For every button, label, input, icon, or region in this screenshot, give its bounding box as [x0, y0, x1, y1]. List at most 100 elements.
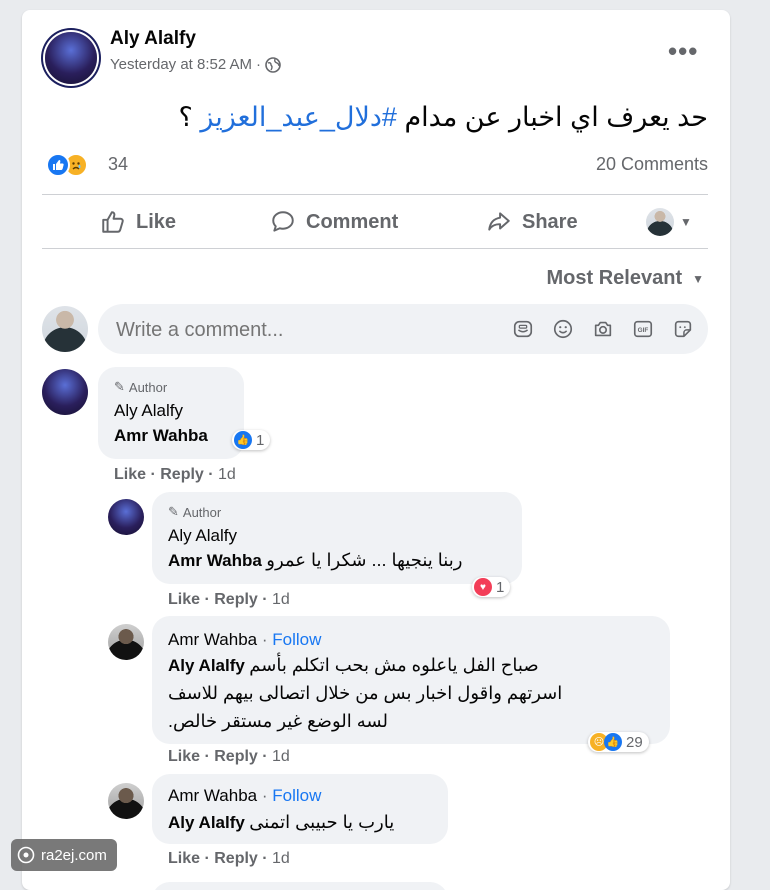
chevron-down-icon: ▼ [680, 215, 692, 229]
watermark-text: ra2ej.com [41, 846, 107, 864]
sticker-face-icon[interactable] [672, 318, 694, 340]
sort-dropdown[interactable]: Most Relevant ▼ [547, 267, 704, 290]
like-reaction-icon: 👍 [604, 733, 622, 751]
comment4-actions: Like · Reply · 1d [168, 850, 290, 867]
comment3-actions: Like · Reply · 1d [168, 748, 290, 765]
comment3-reply-link[interactable]: Reply [214, 748, 258, 765]
comment2-reactions[interactable]: ♥ 1 [472, 577, 511, 597]
post-text: حد يعرف اي اخبار عن مدام #دلال_عبد_العزي… [179, 102, 709, 133]
like-reaction-icon: 👍 [234, 431, 252, 449]
camera-icon[interactable] [592, 318, 614, 340]
comment3-header: Amr Wahba · Follow [168, 630, 322, 649]
comment4-header: Amr Wahba · Follow [168, 786, 322, 805]
pencil-icon: ✎ [114, 379, 125, 394]
comment1-actions: Like · Reply · 1d [114, 466, 236, 483]
comment1-reactions[interactable]: 👍 1 [232, 430, 271, 450]
divider-top [42, 194, 708, 195]
post-meta: Yesterday at 8:52 AM · [110, 56, 281, 73]
post-text-plain: حد يعرف اي اخبار عن مدام [396, 102, 708, 132]
comment4-text: يارب يا حبيبى اتمنى [249, 812, 395, 832]
like-label: Like [136, 210, 177, 233]
comment3-name[interactable]: Amr Wahba [168, 630, 257, 649]
post-text-suffix: ؟ [178, 102, 201, 132]
svg-text:GIF: GIF [638, 327, 649, 334]
comment2-mention[interactable]: Amr Wahba [168, 551, 262, 570]
reaction-count[interactable]: 34 [108, 154, 128, 175]
emoji-icon[interactable] [552, 318, 574, 340]
comment1-bubble: ✎ Author Aly Alalfy Amr Wahba [98, 367, 244, 459]
comment3-avatar[interactable] [108, 624, 144, 660]
comment4-avatar[interactable] [108, 783, 144, 819]
comment2-text: ربنا ينجيها ... شكرا يا عمرو [266, 550, 463, 570]
post-hashtag[interactable]: #دلال_عبد_العزيز [200, 102, 397, 132]
comment2-body: Amr Wahba ربنا ينجيها ... شكرا يا عمرو [168, 550, 462, 571]
comments-count[interactable]: 20 Comments [596, 154, 708, 175]
comment3-reaction-count: 29 [626, 733, 643, 751]
comment1-reaction-count: 1 [256, 431, 265, 449]
audience-selector[interactable]: ▼ [646, 208, 692, 236]
meta-separator: · [256, 56, 262, 73]
comment2-name[interactable]: Aly Alalfy [168, 526, 237, 546]
like-reaction-icon[interactable] [46, 153, 70, 177]
comment3-reactions[interactable]: ☹ 👍 29 [588, 732, 649, 752]
next-comment-bubble-partial [152, 882, 448, 890]
comment1-name[interactable]: Aly Alalfy [114, 401, 183, 421]
comment4-reply-link[interactable]: Reply [214, 850, 258, 867]
divider-bottom [42, 248, 708, 249]
caret-down-icon: ▼ [692, 271, 704, 286]
comment3-text-line2: اسرتهم واقول اخبار بس من خلال اتصالى بيه… [168, 683, 563, 703]
sticker-icon[interactable] [512, 318, 534, 340]
comment3-text-line3: لسه الوضع غير مستقر خالص. [168, 711, 388, 731]
more-options-icon[interactable]: ••• [668, 36, 698, 67]
comment2-author-badge: ✎ Author [168, 504, 222, 520]
comment4-mention[interactable]: Aly Alalfy [168, 813, 245, 832]
comment3-time[interactable]: 1d [272, 748, 290, 765]
comment3-text-line1: صباح الفل ياعلوه مش بحب اتكلم بأسم [249, 655, 539, 675]
comment-label: Comment [306, 210, 399, 233]
comment2-bubble: ✎ Author Aly Alalfy Amr Wahba ربنا ينجيها… [152, 492, 522, 584]
comment-input[interactable] [114, 304, 488, 356]
comment4-body: Aly Alalfy يارب يا حبيبى اتمنى [168, 812, 394, 833]
comment-composer[interactable]: GIF [98, 304, 708, 356]
author-avatar[interactable] [45, 32, 97, 84]
post-card: Aly Alalfy Yesterday at 8:52 AM · ••• حد… [22, 10, 730, 890]
comment4-follow-link[interactable]: Follow [272, 786, 321, 805]
comment2-reaction-count: 1 [496, 578, 505, 596]
comment3-mention[interactable]: Aly Alalfy [168, 656, 245, 675]
comment1-time[interactable]: 1d [218, 466, 236, 483]
comment1-reply-link[interactable]: Reply [160, 466, 204, 483]
comment1-avatar[interactable] [42, 369, 88, 415]
comment1-like-link[interactable]: Like [114, 466, 146, 483]
comment1-mention[interactable]: Amr Wahba [114, 426, 208, 446]
comment2-actions: Like · Reply · 1d [168, 591, 290, 608]
comment4-time[interactable]: 1d [272, 850, 290, 867]
like-button[interactable]: Like [100, 198, 176, 246]
site-watermark: ra2ej.com [11, 839, 117, 871]
viewer-avatar[interactable] [42, 306, 88, 352]
author-name[interactable]: Aly Alalfy [110, 28, 196, 50]
love-reaction-icon: ♥ [474, 578, 492, 596]
comment2-avatar[interactable] [108, 499, 144, 535]
thumbs-up-icon [102, 211, 124, 233]
comment4-name[interactable]: Amr Wahba [168, 786, 257, 805]
share-button[interactable]: Share [486, 198, 578, 246]
comment-icon [272, 211, 294, 232]
globe-icon [265, 56, 281, 73]
comment2-time[interactable]: 1d [272, 591, 290, 608]
comment-button[interactable]: Comment [270, 198, 398, 246]
comment4-like-link[interactable]: Like [168, 850, 200, 867]
post-timestamp[interactable]: Yesterday at 8:52 AM [110, 56, 252, 73]
sort-label: Most Relevant [546, 267, 683, 289]
comment3-line1: Aly Alalfy صباح الفل ياعلوه مش بحب اتكلم… [168, 655, 539, 676]
comment3-bubble: Amr Wahba · Follow Aly Alalfy صباح الفل … [152, 616, 670, 744]
comment2-reply-link[interactable]: Reply [214, 591, 258, 608]
gif-icon[interactable]: GIF [632, 318, 654, 340]
comment2-like-link[interactable]: Like [168, 591, 200, 608]
comment3-follow-link[interactable]: Follow [272, 630, 321, 649]
action-bar: Like Comment Share ▼ [22, 198, 730, 246]
pencil-icon: ✎ [168, 504, 179, 519]
viewer-avatar-small [646, 208, 674, 236]
logo-icon [17, 846, 35, 864]
comment3-like-link[interactable]: Like [168, 748, 200, 765]
share-icon [488, 212, 510, 231]
